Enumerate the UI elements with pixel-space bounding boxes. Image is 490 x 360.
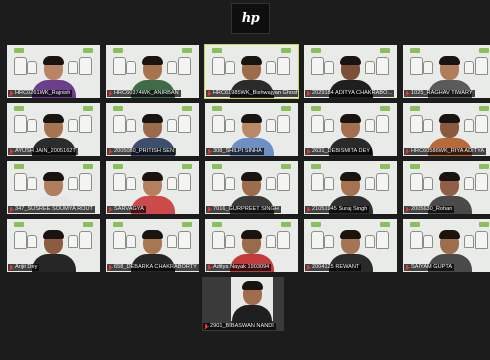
participant-name: 1025_RAGHAV TIWARY: [411, 90, 473, 96]
participant-name-label: 2029184 ADITYA CHAKRABO...: [305, 90, 395, 97]
mic-muted-icon: [207, 148, 212, 155]
participant-name: 2901_BIBASWAN NANDI: [210, 323, 274, 329]
mic-muted-icon: [405, 148, 410, 155]
mic-muted-icon: [405, 264, 410, 271]
participant-tile[interactable]: 21051945 Suraj Singh: [303, 160, 398, 215]
mic-muted-icon: [9, 206, 14, 213]
hp-logo-text: hp: [241, 11, 260, 26]
participant-name-label: 2631_DEBISMITA DEY: [305, 148, 373, 155]
participant-name: 21051945 Suraj Singh: [312, 206, 368, 212]
participant-grid: HRC0261WK_Rajnish HRC60374WK_ANIRBAN HRC…: [6, 44, 490, 273]
participant-tile[interactable]: Aditya Nayak 1903094: [204, 218, 299, 273]
mic-muted-icon: [204, 323, 209, 330]
mic-muted-icon: [306, 206, 311, 213]
mic-muted-icon: [405, 90, 410, 97]
mic-muted-icon: [207, 206, 212, 213]
participant-name: HRC61985WK_Bishwajyan Ghosh: [212, 90, 299, 96]
mic-muted-icon: [306, 148, 311, 155]
participant-name: 2631_DEBISMITA DEY: [312, 148, 371, 154]
mic-muted-icon: [108, 206, 113, 213]
participant-name-label: Aditya Nayak 1903094: [206, 264, 272, 271]
participant-name-label: AYUSH JAIN_2005162T: [8, 148, 78, 155]
participant-name: 2004125 REWANT: [312, 264, 360, 270]
participant-name-label: 7016_GURPREET SINGH: [206, 206, 281, 213]
mic-muted-icon: [405, 206, 410, 213]
hp-logo: hp: [231, 3, 270, 34]
participant-name: Aditya Nayak 1903094: [213, 264, 270, 270]
participant-tile[interactable]: 658_DEBARKA CHAKRABORTY: [105, 218, 200, 273]
participant-name-label: 347_SUSREE SOUMYA ROUT: [8, 206, 95, 213]
participant-tile[interactable]: 1025_RAGHAV TIWARY: [402, 44, 490, 99]
participant-name: Arijit Dey: [15, 264, 38, 270]
mic-muted-icon: [9, 90, 14, 97]
participant-name-label: 2004125 REWANT: [305, 264, 362, 271]
participant-name: HRC0261WK_Rajnish: [15, 90, 71, 96]
mic-muted-icon: [306, 90, 311, 97]
participant-tile[interactable]: 2631_DEBISMITA DEY: [303, 102, 398, 157]
participant-name-label: 2005080_PRITISH SEN: [107, 148, 177, 155]
participant-tile[interactable]: 7016_GURPREET SINGH: [204, 160, 299, 215]
participant-tile[interactable]: HRC0261WK_Rajnish: [6, 44, 101, 99]
participant-tile[interactable]: 2005630_Rohan: [402, 160, 490, 215]
participant-name-label: HRC0261WK_Rajnish: [8, 90, 73, 97]
participant-name-label: 2901_BIBASWAN NANDI: [203, 323, 276, 330]
participant-name: 2005630_Rohan: [411, 206, 453, 212]
participant-tile[interactable]: 347_SUSREE SOUMYA ROUT: [6, 160, 101, 215]
participant-name: AYUSH JAIN_2005162T: [15, 148, 76, 154]
mic-muted-icon: [9, 148, 14, 155]
participant-name-label: 2005630_Rohan: [404, 206, 455, 213]
participant-name-label: Arijit Dey: [8, 264, 40, 271]
participant-name: 308_SHILPI SINHA: [213, 148, 262, 154]
mic-muted-icon: [9, 264, 14, 271]
participant-tile[interactable]: SAIYAM GUPTA: [402, 218, 490, 273]
participant-name: 2029184 ADITYA CHAKRABO...: [312, 90, 393, 96]
participant-tile[interactable]: Arijit Dey: [6, 218, 101, 273]
participant-name: 7016_GURPREET SINGH: [213, 206, 279, 212]
participant-name: HRC60586WK_RIYA ADITYA: [411, 148, 485, 154]
participant-tile[interactable]: 2005080_PRITISH SEN: [105, 102, 200, 157]
mic-muted-icon: [108, 148, 113, 155]
participant-name: 347_SUSREE SOUMYA ROUT: [15, 206, 93, 212]
participant-tile[interactable]: 2004125 REWANT: [303, 218, 398, 273]
participant-tile[interactable]: 2029184 ADITYA CHAKRABO...: [303, 44, 398, 99]
participant-name-label: HRC61985WK_Bishwajyan Ghosh: [206, 90, 299, 97]
participant-name: 2005080_PRITISH SEN: [114, 148, 175, 154]
mic-muted-icon: [207, 90, 212, 97]
participant-name-label: HRC60374WK_ANIRBAN: [107, 90, 181, 97]
participant-name-label: 21051945 Suraj Singh: [305, 206, 370, 213]
participant-name: SAIYAM GUPTA: [411, 264, 453, 270]
mic-muted-icon: [207, 264, 212, 271]
participant-tile[interactable]: AYUSH JAIN_2005162T: [6, 102, 101, 157]
mic-muted-icon: [108, 90, 113, 97]
participant-tile[interactable]: HRC60586WK_RIYA ADITYA: [402, 102, 490, 157]
participant-name: HRC60374WK_ANIRBAN: [114, 90, 179, 96]
participant-tile[interactable]: 2901_BIBASWAN NANDI: [201, 276, 285, 332]
participant-avatar: [232, 279, 272, 325]
mic-muted-icon: [306, 264, 311, 271]
participant-name-label: SAIYAM GUPTA: [404, 264, 455, 271]
video-feed: [231, 277, 273, 325]
participant-name-label: 308_SHILPI SINHA: [206, 148, 264, 155]
participant-name-label: HRC60586WK_RIYA ADITYA: [404, 148, 487, 155]
participant-name-label: 658_DEBARKA CHAKRABORTY: [107, 264, 199, 271]
participant-tile[interactable]: HRC60374WK_ANIRBAN: [105, 44, 200, 99]
participant-name: SARVAGYA: [114, 206, 144, 212]
mic-muted-icon: [108, 264, 113, 271]
participant-name: 658_DEBARKA CHAKRABORTY: [114, 264, 197, 270]
participant-tile[interactable]: HRC61985WK_Bishwajyan Ghosh: [204, 44, 299, 99]
participant-tile[interactable]: SARVAGYA: [105, 160, 200, 215]
participant-name-label: 1025_RAGHAV TIWARY: [404, 90, 475, 97]
participant-tile[interactable]: 308_SHILPI SINHA: [204, 102, 299, 157]
participant-name-label: SARVAGYA: [107, 206, 146, 213]
